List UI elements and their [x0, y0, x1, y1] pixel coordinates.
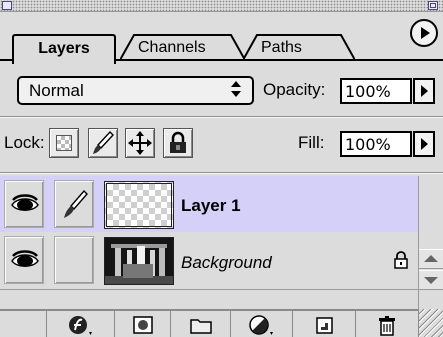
opacity-label: Opacity:	[263, 80, 326, 99]
visibility-toggle[interactable]	[4, 236, 44, 284]
divider	[0, 116, 443, 118]
photo-thumbnail-image	[105, 238, 173, 284]
layer-link-brush-toggle[interactable]	[54, 180, 94, 228]
close-box[interactable]	[2, 1, 12, 10]
lock-image-pixels-button[interactable]	[88, 128, 118, 158]
mask-icon	[132, 316, 153, 334]
layer-name[interactable]: Layer 1	[181, 196, 241, 216]
new-layer-button[interactable]	[292, 311, 355, 337]
padlock-icon	[393, 251, 409, 274]
padlock-icon	[170, 131, 186, 153]
tab-active-gap	[14, 59, 114, 61]
transparency-checker-icon	[56, 135, 72, 151]
divider	[0, 172, 443, 174]
new-layer-icon	[316, 317, 333, 334]
palette-title-bar[interactable]	[0, 0, 443, 12]
brush-icon	[64, 189, 88, 218]
layer-name[interactable]: Background	[181, 253, 272, 273]
eye-icon	[11, 194, 39, 211]
palette-menu-arrow-icon[interactable]	[410, 19, 438, 47]
scroll-up-arrow-icon[interactable]	[419, 249, 443, 269]
layer-thumbnail-photo[interactable]	[104, 237, 174, 285]
move-cross-icon	[128, 131, 152, 155]
fill-label: Fill:	[298, 133, 325, 152]
opacity-field[interactable]: 100%	[340, 78, 412, 104]
select-arrows-icon	[230, 80, 242, 103]
new-layer-set-button[interactable]	[170, 311, 230, 337]
delete-layer-button[interactable]	[355, 311, 418, 337]
tab-paths[interactable]: Paths	[243, 34, 355, 60]
layer-row-background[interactable]: Background	[0, 232, 443, 289]
resize-grip[interactable]	[418, 309, 443, 337]
row-separator	[0, 289, 418, 290]
add-layer-style-button[interactable]	[46, 311, 114, 337]
blend-mode-value: Normal	[29, 81, 84, 100]
adjustment-circle-icon	[248, 315, 273, 335]
lock-all-button[interactable]	[163, 128, 193, 158]
layer-style-icon	[68, 316, 92, 335]
tab-layers-label: Layers	[38, 40, 90, 57]
layer-row-layer-1[interactable]: Layer 1	[0, 176, 443, 233]
lock-transparency-button[interactable]	[49, 128, 79, 158]
trash-icon	[379, 316, 395, 336]
fill-field[interactable]: 100%	[340, 131, 412, 157]
brush-icon	[93, 130, 114, 154]
zoom-box[interactable]	[428, 1, 438, 10]
layer-link-empty-toggle[interactable]	[54, 236, 94, 284]
tab-paths-label: Paths	[261, 39, 302, 56]
blend-mode-select[interactable]: Normal	[17, 76, 254, 105]
layer-thumbnail-transparent[interactable]	[104, 181, 174, 229]
layers-bottom-toolbar	[0, 309, 443, 337]
lock-label: Lock:	[4, 133, 45, 152]
scroll-down-arrow-icon[interactable]	[419, 270, 443, 290]
lock-position-button[interactable]	[125, 128, 155, 158]
add-mask-button[interactable]	[114, 311, 170, 337]
folder-icon	[189, 319, 212, 334]
opacity-slider-arrow-icon[interactable]	[413, 78, 435, 104]
tab-channels[interactable]: Channels	[120, 34, 245, 60]
new-adjustment-layer-button[interactable]	[230, 311, 292, 337]
fill-slider-arrow-icon[interactable]	[413, 131, 435, 157]
tab-channels-label: Channels	[138, 39, 206, 56]
visibility-toggle[interactable]	[4, 180, 44, 228]
eye-icon	[11, 250, 39, 267]
